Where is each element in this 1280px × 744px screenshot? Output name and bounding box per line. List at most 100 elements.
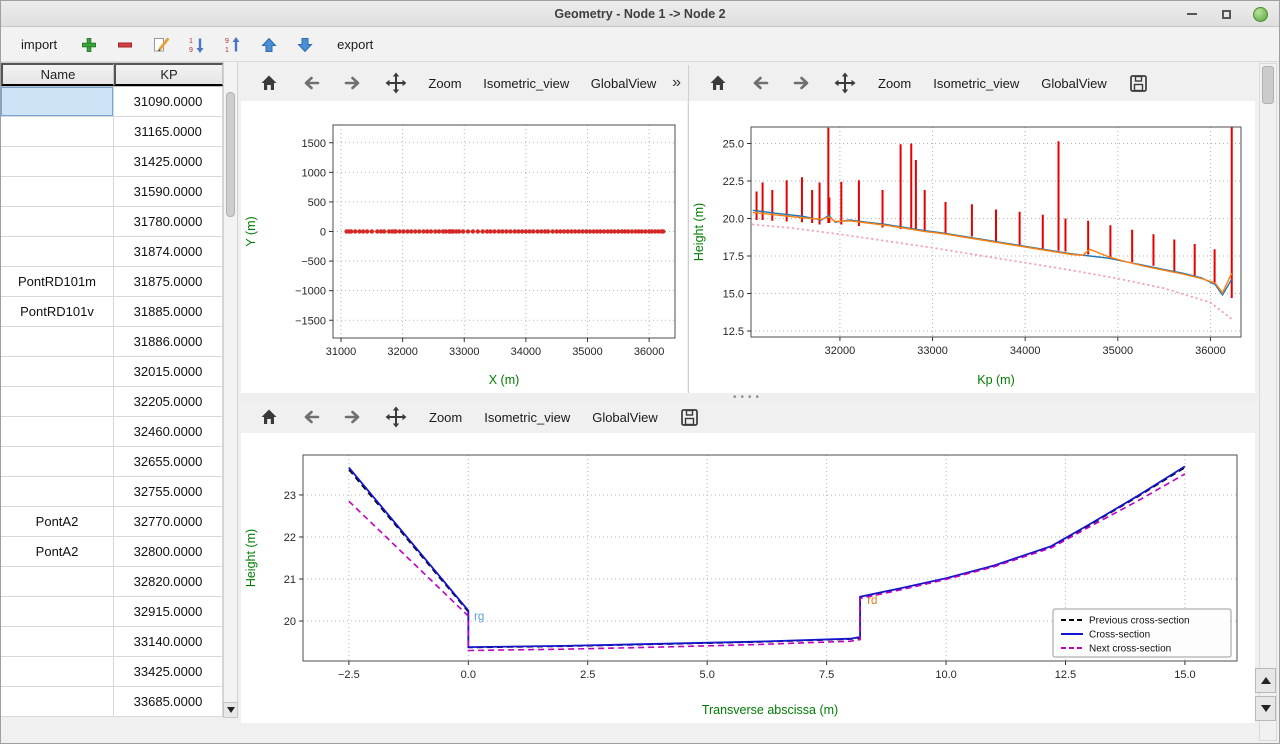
forward-button[interactable] bbox=[786, 69, 818, 97]
table-row[interactable]: 32460.0000 bbox=[1, 417, 223, 447]
cell-kp[interactable]: 31886.0000 bbox=[114, 327, 223, 357]
table-scrollbar-thumb[interactable] bbox=[226, 92, 235, 217]
right-scrollbar-thumb[interactable] bbox=[1262, 66, 1274, 104]
table-row[interactable]: 31425.0000 bbox=[1, 147, 223, 177]
table-row[interactable]: 32915.0000 bbox=[1, 597, 223, 627]
scroll-down-button[interactable] bbox=[1255, 696, 1276, 721]
import-button[interactable]: import bbox=[13, 37, 65, 52]
cell-name[interactable] bbox=[1, 87, 114, 117]
table-scroll-down-button[interactable] bbox=[223, 702, 238, 718]
table-row[interactable]: PontA232770.0000 bbox=[1, 507, 223, 537]
save-figure-button[interactable] bbox=[1123, 69, 1154, 97]
table-row[interactable]: PontRD101v31885.0000 bbox=[1, 297, 223, 327]
table-row[interactable]: 32755.0000 bbox=[1, 477, 223, 507]
cell-kp[interactable]: 31874.0000 bbox=[114, 237, 223, 267]
table-row[interactable]: 31780.0000 bbox=[1, 207, 223, 237]
cell-kp[interactable]: 33140.0000 bbox=[114, 627, 223, 657]
edit-button[interactable] bbox=[149, 33, 173, 57]
pan-button[interactable] bbox=[379, 403, 413, 431]
cell-name[interactable]: PontRD101m bbox=[1, 267, 114, 297]
home-button[interactable] bbox=[253, 403, 285, 431]
table-row[interactable]: PontA232800.0000 bbox=[1, 537, 223, 567]
save-figure-button[interactable] bbox=[674, 403, 705, 431]
global-view-button[interactable]: GlobalView bbox=[586, 403, 664, 431]
add-row-button[interactable] bbox=[77, 33, 101, 57]
table-row[interactable]: 31090.0000 bbox=[1, 87, 223, 117]
cell-name[interactable] bbox=[1, 117, 114, 147]
zoom-button[interactable]: Zoom bbox=[423, 403, 468, 431]
cell-name[interactable] bbox=[1, 687, 114, 717]
close-button[interactable] bbox=[1251, 5, 1269, 23]
column-header-kp[interactable]: KP bbox=[114, 63, 223, 86]
profile-plot-canvas[interactable]: 320003300034000350003600012.515.017.520.… bbox=[689, 101, 1255, 393]
table-row[interactable]: PontRD101m31875.0000 bbox=[1, 267, 223, 297]
vertical-splitter[interactable] bbox=[688, 65, 689, 393]
export-button[interactable]: export bbox=[329, 37, 381, 52]
cell-name[interactable] bbox=[1, 597, 114, 627]
cell-name[interactable] bbox=[1, 627, 114, 657]
cell-kp[interactable]: 32915.0000 bbox=[114, 597, 223, 627]
cell-name[interactable]: PontA2 bbox=[1, 537, 114, 567]
cell-name[interactable] bbox=[1, 207, 114, 237]
pan-button[interactable] bbox=[828, 69, 862, 97]
cell-kp[interactable]: 31425.0000 bbox=[114, 147, 223, 177]
cell-kp[interactable]: 32205.0000 bbox=[114, 387, 223, 417]
sort-descending-button[interactable]: 19 bbox=[185, 33, 209, 57]
cell-kp[interactable]: 31885.0000 bbox=[114, 297, 223, 327]
table-row[interactable]: 33140.0000 bbox=[1, 627, 223, 657]
xy-plot-canvas[interactable]: 310003200033000340003500036000−1500−1000… bbox=[241, 101, 687, 393]
table-row[interactable]: 33685.0000 bbox=[1, 687, 223, 717]
cell-kp[interactable]: 32460.0000 bbox=[114, 417, 223, 447]
back-button[interactable] bbox=[295, 69, 327, 97]
isometric-view-button[interactable]: Isometric_view bbox=[478, 403, 576, 431]
move-down-button[interactable] bbox=[293, 33, 317, 57]
cell-kp[interactable]: 32655.0000 bbox=[114, 447, 223, 477]
isometric-view-button[interactable]: Isometric_view bbox=[478, 69, 575, 97]
cell-name[interactable] bbox=[1, 567, 114, 597]
table-row[interactable]: 31590.0000 bbox=[1, 177, 223, 207]
table-row[interactable]: 32820.0000 bbox=[1, 567, 223, 597]
cell-kp[interactable]: 32755.0000 bbox=[114, 477, 223, 507]
cell-kp[interactable]: 32015.0000 bbox=[114, 357, 223, 387]
table-row[interactable]: 31874.0000 bbox=[1, 237, 223, 267]
cross-section-canvas[interactable]: −2.50.02.55.07.510.012.515.020212223Tran… bbox=[241, 433, 1255, 723]
table-row[interactable]: 32015.0000 bbox=[1, 357, 223, 387]
cell-name[interactable] bbox=[1, 237, 114, 267]
cell-kp[interactable]: 31090.0000 bbox=[114, 87, 223, 117]
cell-kp[interactable]: 33425.0000 bbox=[114, 657, 223, 687]
home-button[interactable] bbox=[702, 69, 734, 97]
cell-kp[interactable]: 31590.0000 bbox=[114, 177, 223, 207]
cell-name[interactable] bbox=[1, 177, 114, 207]
global-view-button[interactable]: GlobalView bbox=[585, 69, 662, 97]
table-row[interactable]: 31165.0000 bbox=[1, 117, 223, 147]
forward-button[interactable] bbox=[337, 403, 369, 431]
remove-row-button[interactable] bbox=[113, 33, 137, 57]
home-button[interactable] bbox=[253, 69, 285, 97]
scroll-up-button[interactable] bbox=[1255, 668, 1276, 693]
zoom-button[interactable]: Zoom bbox=[872, 69, 917, 97]
cell-kp[interactable]: 33685.0000 bbox=[114, 687, 223, 717]
cell-kp[interactable]: 32820.0000 bbox=[114, 567, 223, 597]
cell-name[interactable]: PontA2 bbox=[1, 507, 114, 537]
forward-button[interactable] bbox=[337, 69, 369, 97]
cell-name[interactable]: PontRD101v bbox=[1, 297, 114, 327]
cell-kp[interactable]: 31165.0000 bbox=[114, 117, 223, 147]
cell-name[interactable] bbox=[1, 477, 114, 507]
zoom-button[interactable]: Zoom bbox=[422, 69, 467, 97]
cell-kp[interactable]: 32800.0000 bbox=[114, 537, 223, 567]
table-scrollbar[interactable] bbox=[223, 62, 238, 702]
cell-name[interactable] bbox=[1, 417, 114, 447]
table-row[interactable]: 32655.0000 bbox=[1, 447, 223, 477]
table-row[interactable]: 31886.0000 bbox=[1, 327, 223, 357]
cell-name[interactable] bbox=[1, 147, 114, 177]
cell-name[interactable] bbox=[1, 357, 114, 387]
maximize-button[interactable] bbox=[1217, 5, 1235, 23]
cell-name[interactable] bbox=[1, 387, 114, 417]
table-row[interactable]: 33425.0000 bbox=[1, 657, 223, 687]
isometric-view-button[interactable]: Isometric_view bbox=[927, 69, 1025, 97]
cell-name[interactable] bbox=[1, 447, 114, 477]
cell-kp[interactable]: 31780.0000 bbox=[114, 207, 223, 237]
table-row[interactable]: 32205.0000 bbox=[1, 387, 223, 417]
right-scrollbar[interactable] bbox=[1259, 63, 1277, 741]
cell-name[interactable] bbox=[1, 327, 114, 357]
